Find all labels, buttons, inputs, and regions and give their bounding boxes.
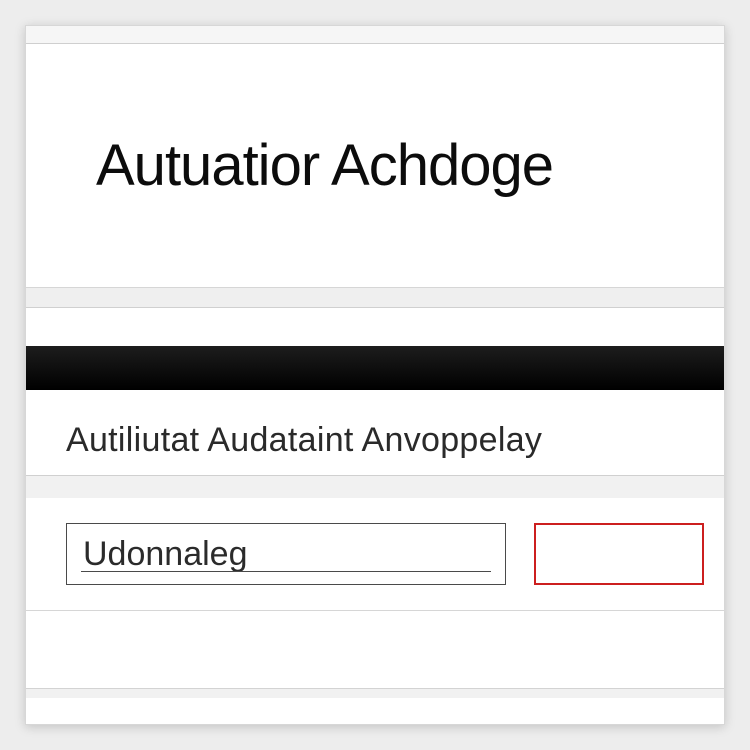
dialog-window: Autuatior Achdoge Autiliutat Audataint A… (25, 25, 725, 725)
header-top-strip (26, 26, 724, 44)
action-button[interactable] (534, 523, 704, 585)
section-divider-bar (26, 346, 724, 390)
title-underline-strip (26, 288, 724, 308)
section-label-text: Autiliutat Audataint Anvoppelay (66, 421, 542, 460)
section-gap-strip (26, 476, 724, 498)
primary-text-input[interactable]: Udonnaleg (66, 523, 506, 585)
dialog-title: Autuatior Achdoge (96, 132, 553, 199)
title-block: Autuatior Achdoge (26, 44, 724, 288)
bottom-rule (26, 610, 724, 611)
form-row: Udonnaleg (26, 498, 724, 610)
input-value: Udonnaleg (83, 535, 247, 574)
footer-strip (26, 688, 724, 698)
input-underline (81, 571, 491, 572)
section-label: Autiliutat Audataint Anvoppelay (26, 406, 724, 476)
